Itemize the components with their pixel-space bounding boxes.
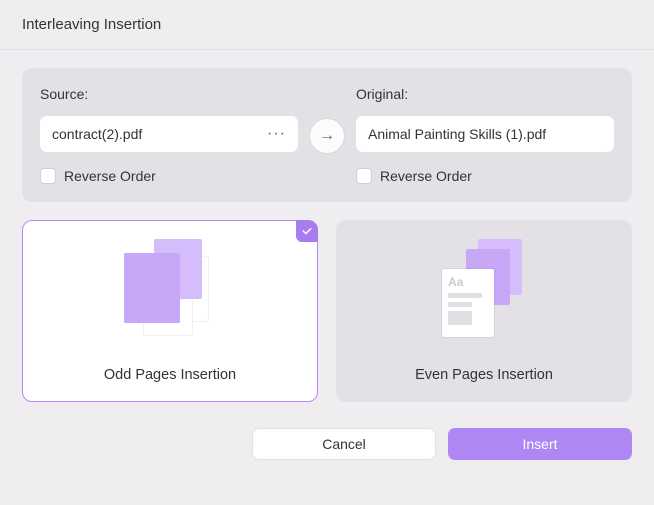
odd-option-label: Odd Pages Insertion — [104, 367, 236, 383]
source-file-field[interactable]: contract(2).pdf ··· — [40, 116, 298, 152]
even-thumbnail: Aa — [434, 239, 534, 339]
even-pages-option[interactable]: Aa Even Pages Insertion — [336, 220, 632, 402]
dialog-footer: Cancel Insert — [0, 402, 654, 460]
original-file-name: Animal Painting Skills (1).pdf — [368, 126, 546, 142]
original-label: Original: — [356, 86, 614, 102]
dialog-content: Source: contract(2).pdf ··· Reverse Orde… — [0, 50, 654, 402]
source-file-name: contract(2).pdf — [52, 126, 142, 142]
original-file-field: Animal Painting Skills (1).pdf — [356, 116, 614, 152]
insertion-mode-row: Odd Pages Insertion Aa Even Pages Insert… — [22, 220, 632, 402]
browse-source-button[interactable]: ··· — [267, 125, 286, 143]
odd-pages-option[interactable]: Odd Pages Insertion — [22, 220, 318, 402]
original-reverse-row[interactable]: Reverse Order — [356, 168, 614, 184]
source-reverse-row[interactable]: Reverse Order — [40, 168, 298, 184]
source-label: Source: — [40, 86, 298, 102]
original-reverse-checkbox[interactable] — [356, 168, 372, 184]
source-column: Source: contract(2).pdf ··· Reverse Orde… — [40, 86, 298, 184]
odd-thumbnail — [120, 239, 220, 339]
original-column: Original: Animal Painting Skills (1).pdf… — [356, 86, 614, 184]
cancel-button[interactable]: Cancel — [252, 428, 436, 460]
file-setup-panel: Source: contract(2).pdf ··· Reverse Orde… — [22, 68, 632, 202]
source-reverse-label: Reverse Order — [64, 168, 156, 184]
original-reverse-label: Reverse Order — [380, 168, 472, 184]
selected-check-icon — [296, 220, 318, 242]
even-option-label: Even Pages Insertion — [415, 367, 553, 383]
dialog-title: Interleaving Insertion — [22, 16, 632, 33]
dialog-header: Interleaving Insertion — [0, 0, 654, 50]
source-reverse-checkbox[interactable] — [40, 168, 56, 184]
arrow-right-icon[interactable]: → — [310, 119, 344, 153]
insert-button[interactable]: Insert — [448, 428, 632, 460]
